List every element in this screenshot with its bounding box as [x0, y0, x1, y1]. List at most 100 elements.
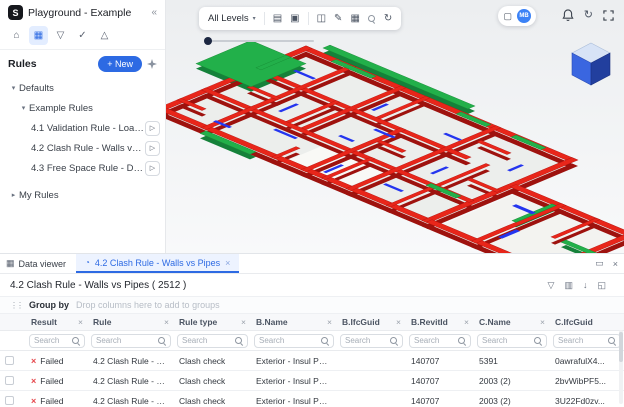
- column-header-b-revitid[interactable]: B.RevitId×: [406, 314, 474, 331]
- row-checkbox[interactable]: [5, 396, 14, 405]
- tree-item-rule-41[interactable]: 4.1 Validation Rule - LoadBearing ▷: [0, 118, 165, 138]
- column-search-input-c-name[interactable]: [482, 336, 532, 345]
- slider-knob[interactable]: [204, 37, 212, 45]
- refresh-icon[interactable]: ↻: [584, 10, 593, 21]
- table-row-cell: [0, 391, 26, 407]
- b-name-cell: Exterior - Insul Panel on...: [251, 391, 337, 407]
- column-search-input-b-name[interactable]: [259, 336, 319, 345]
- tree-item-my-rules[interactable]: ▸ My Rules: [0, 185, 165, 205]
- divider: [264, 12, 265, 25]
- sparkle-icon[interactable]: [147, 59, 157, 69]
- column-header-rule[interactable]: Rule×: [88, 314, 174, 331]
- column-header-c-name[interactable]: C.Name×: [474, 314, 550, 331]
- expand-icon[interactable]: ◱: [597, 280, 606, 291]
- tab-filter[interactable]: ▽: [51, 26, 70, 45]
- scrollbar-thumb[interactable]: [619, 332, 623, 362]
- app-header: S Playground - Example «: [0, 0, 165, 23]
- remove-column-icon[interactable]: ×: [161, 317, 169, 327]
- avatar[interactable]: MB: [517, 9, 531, 23]
- search-box[interactable]: [553, 334, 621, 348]
- pencil-icon[interactable]: ✎: [334, 14, 342, 24]
- row-checkbox[interactable]: [5, 356, 14, 365]
- chevron-down-icon[interactable]: ▾: [18, 104, 29, 112]
- chevron-down-icon[interactable]: ▾: [8, 84, 19, 92]
- tab-shapes[interactable]: △: [95, 26, 114, 45]
- play-icon: ▷: [150, 164, 155, 172]
- column-search-input-result[interactable]: [34, 336, 70, 345]
- fullscreen-icon[interactable]: [603, 10, 614, 21]
- close-tab-icon[interactable]: ×: [225, 258, 230, 268]
- levels-dropdown[interactable]: All Levels ▾: [208, 13, 256, 24]
- model-icon: ▢: [503, 11, 512, 22]
- search-icon: [534, 336, 542, 345]
- search-box[interactable]: [409, 334, 471, 348]
- column-header-c-ifcguid[interactable]: C.IfcGuid: [550, 314, 624, 331]
- app-logo[interactable]: S: [8, 5, 23, 20]
- navigation-cube[interactable]: [571, 42, 611, 86]
- table-scrollbar[interactable]: [619, 330, 623, 404]
- tree-item-rule-42[interactable]: 4.2 Clash Rule - Walls vs Pipes ▷: [0, 138, 165, 158]
- run-rule-button[interactable]: ▷: [145, 161, 160, 176]
- remove-column-icon[interactable]: ×: [393, 317, 401, 327]
- c-name-cell: 5391: [474, 351, 550, 371]
- search-box[interactable]: [254, 334, 334, 348]
- remove-column-icon[interactable]: ×: [238, 317, 246, 327]
- column-search-input-c-ifcguid[interactable]: [558, 336, 606, 345]
- dock-panel-icon[interactable]: ▭: [595, 258, 604, 269]
- tab-layout[interactable]: ▦: [29, 26, 48, 45]
- collapse-sidebar-icon[interactable]: «: [151, 7, 157, 18]
- column-search-input-b-revitid[interactable]: [414, 336, 456, 345]
- result-title-row: 4.2 Clash Rule - Walls vs Pipes ( 2512 )…: [0, 274, 624, 296]
- new-rule-button[interactable]: + New: [98, 56, 142, 72]
- group-by-bar[interactable]: ⋮⋮ Group by Drop columns here to add to …: [0, 296, 624, 314]
- zoom-icon[interactable]: [368, 14, 376, 23]
- run-rule-button[interactable]: ▷: [145, 141, 160, 156]
- layers-icon[interactable]: ▣: [290, 14, 299, 24]
- map-icon[interactable]: ▤: [273, 14, 282, 24]
- tag-icon[interactable]: ◫: [317, 14, 326, 24]
- failed-x-icon: ×: [31, 396, 36, 406]
- column-header-rule-type[interactable]: Rule type×: [174, 314, 251, 331]
- search-box[interactable]: [91, 334, 171, 348]
- presence-pill[interactable]: ▢ MB: [498, 6, 536, 26]
- divider: [308, 12, 309, 25]
- tab-clash-rule-result[interactable]: ◔ 4.2 Clash Rule - Walls vs Pipes ×: [76, 254, 239, 273]
- slider-track[interactable]: [204, 40, 314, 42]
- column-search-input-rule-type[interactable]: [182, 336, 233, 345]
- home-icon: ⌂: [13, 30, 19, 41]
- tree-item-example-rules[interactable]: ▾ Example Rules: [0, 98, 165, 118]
- reset-view-icon[interactable]: ↻: [384, 14, 392, 24]
- rule-type-cell: Clash check: [174, 371, 251, 391]
- model-3d-view[interactable]: [166, 22, 624, 253]
- column-header-b-ifcguid[interactable]: B.IfcGuid×: [337, 314, 406, 331]
- clear-filters-icon[interactable]: ▽: [548, 280, 555, 291]
- tree-item-rule-43[interactable]: 4.3 Free Space Rule - Door Swing Test ▷: [0, 158, 165, 178]
- tab-home[interactable]: ⌂: [7, 26, 26, 45]
- column-header-b-name[interactable]: B.Name×: [251, 314, 337, 331]
- column-header-result[interactable]: Result×: [26, 314, 88, 331]
- tab-checks[interactable]: ✓: [73, 26, 92, 45]
- remove-column-icon[interactable]: ×: [537, 317, 545, 327]
- section-slider[interactable]: [204, 37, 314, 46]
- download-icon[interactable]: ↓: [583, 280, 588, 291]
- remove-column-icon[interactable]: ×: [324, 317, 332, 327]
- close-panel-icon[interactable]: ×: [613, 259, 618, 269]
- search-box[interactable]: [477, 334, 547, 348]
- result-cell: ×Failed: [26, 371, 88, 391]
- columns-icon[interactable]: ▥: [564, 280, 573, 291]
- search-box[interactable]: [177, 334, 248, 348]
- viewport-3d[interactable]: All Levels ▾ ▤ ▣ ◫ ✎ ▦ ↻ ▢ MB ↻: [166, 0, 624, 253]
- remove-column-icon[interactable]: ×: [461, 317, 469, 327]
- chevron-right-icon[interactable]: ▸: [8, 191, 19, 199]
- column-search-input-rule[interactable]: [96, 336, 156, 345]
- tree-item-defaults[interactable]: ▾ Defaults: [0, 78, 165, 98]
- bell-icon[interactable]: [562, 9, 574, 22]
- remove-column-icon[interactable]: ×: [75, 317, 83, 327]
- grid-icon[interactable]: ▦: [350, 14, 359, 24]
- search-box[interactable]: [29, 334, 85, 348]
- search-box[interactable]: [340, 334, 403, 348]
- row-checkbox[interactable]: [5, 376, 14, 385]
- run-rule-button[interactable]: ▷: [145, 121, 160, 136]
- column-search-input-b-ifcguid[interactable]: [345, 336, 388, 345]
- rule-type-cell: Clash check: [174, 351, 251, 371]
